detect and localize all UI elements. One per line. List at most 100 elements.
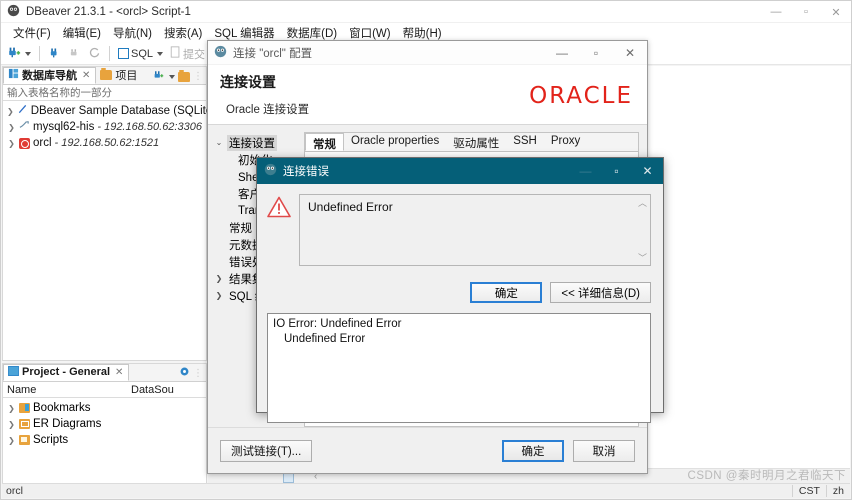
error-message-box: Undefined Error ︿ ﹀: [299, 194, 651, 266]
navigator-filter-input[interactable]: 输入表格名称的一部分: [3, 85, 206, 101]
disconnect-button[interactable]: [66, 45, 83, 63]
project-icon: [100, 68, 113, 80]
plug-icon: [48, 46, 61, 62]
minimize-button[interactable]: —: [761, 1, 791, 23]
close-button[interactable]: ✕: [632, 158, 663, 184]
project-tab-strip: Project - General ✕ ⋮: [3, 364, 206, 382]
close-icon[interactable]: ✕: [115, 367, 123, 378]
error-detail-line-1: IO Error: Undefined Error: [273, 318, 402, 330]
statusbar-right: CST zh: [791, 485, 850, 497]
column-header-name[interactable]: Name: [3, 384, 131, 396]
menu-edit[interactable]: 编辑(E): [57, 23, 107, 43]
error-ok-button[interactable]: 确定: [470, 282, 543, 303]
chevron-right-icon[interactable]: ❯: [7, 107, 14, 116]
chevron-right-icon[interactable]: ❯: [7, 404, 16, 413]
settings-tree-item-connection-settings[interactable]: ⌄ 连接设置: [214, 134, 300, 151]
maximize-button[interactable]: ▫: [601, 158, 632, 184]
tab-proxy[interactable]: Proxy: [544, 133, 587, 151]
scroll-down-icon[interactable]: ﹀: [638, 251, 647, 264]
tab-oracle-properties[interactable]: Oracle properties: [344, 133, 446, 151]
new-connection-button[interactable]: [5, 44, 33, 63]
chevron-down-icon[interactable]: [25, 51, 31, 56]
chevron-right-icon[interactable]: ❯: [7, 436, 16, 445]
tab-label: 数据库导航: [22, 70, 77, 82]
maximize-button[interactable]: ▫: [791, 1, 821, 23]
main-window-title: DBeaver 21.3.1 - <orcl> Script-1: [26, 5, 191, 18]
main-titlebar: DBeaver 21.3.1 - <orcl> Script-1 — ▫ ✕: [1, 1, 851, 23]
settings-tree-item-label: 常规: [229, 222, 252, 235]
tab-ssh[interactable]: SSH: [506, 133, 544, 151]
new-connection-icon[interactable]: [152, 69, 164, 84]
error-dialog-buttons: 确定 << 详细信息(D): [257, 280, 663, 303]
tab-label: 项目: [115, 70, 138, 82]
plug-plus-icon: [7, 45, 21, 62]
cancel-button[interactable]: 取消: [573, 439, 635, 462]
statusbar-locale: zh: [825, 485, 850, 497]
error-details-button[interactable]: << 详细信息(D): [550, 282, 651, 303]
project-panel: Project - General ✕ ⋮ Name DataSou ❯ Boo…: [2, 363, 207, 491]
tab-project[interactable]: 项目: [96, 67, 142, 84]
screen-root: DBeaver 21.3.1 - <orcl> Script-1 — ▫ ✕ 文…: [0, 0, 852, 500]
minimize-button[interactable]: —: [545, 41, 579, 65]
close-button[interactable]: ✕: [821, 1, 851, 23]
tab-general[interactable]: 常规: [305, 133, 344, 151]
project-panel-toolbar: ⋮: [179, 366, 203, 380]
main-window-controls: — ▫ ✕: [761, 1, 851, 23]
project-item-label: ER Diagrams: [33, 418, 102, 430]
plug-disconnect-icon: [68, 46, 81, 62]
error-dialog-body: Undefined Error ︿ ﹀: [257, 184, 663, 280]
connection-error-dialog: 连接错误 — ▫ ✕ Undefined Error ︿ ﹀ 确定 << 详细信…: [256, 157, 664, 423]
error-dialog-titlebar: 连接错误 — ▫ ✕: [257, 158, 663, 184]
tree-item-mysql62-his[interactable]: ❯ mysql62-his - 192.168.50.62:3306: [3, 119, 206, 135]
commit-button[interactable]: 提交: [168, 45, 207, 63]
project-item-bookmarks[interactable]: ❯ Bookmarks: [3, 400, 206, 416]
ok-button[interactable]: 确定: [502, 439, 564, 462]
project-item-er-diagrams[interactable]: ❯ ER Diagrams: [3, 416, 206, 432]
tab-project-general[interactable]: Project - General ✕: [3, 364, 130, 381]
chevron-down-icon[interactable]: ⌄: [214, 138, 224, 147]
error-message-scrollbar[interactable]: ︿ ﹀: [636, 196, 649, 264]
new-folder-icon[interactable]: [178, 69, 190, 82]
chevron-down-icon[interactable]: [169, 74, 175, 79]
error-details-panel[interactable]: IO Error: Undefined Error Undefined Erro…: [267, 313, 651, 423]
menu-file[interactable]: 文件(F): [7, 23, 57, 43]
sql-editor-button[interactable]: SQL: [116, 47, 165, 61]
tree-item-sqlite[interactable]: ❯ DBeaver Sample Database (SQLite): [3, 103, 216, 119]
chevron-right-icon[interactable]: ❯: [7, 139, 16, 148]
refresh-icon: [88, 46, 101, 62]
tree-item-orcl[interactable]: ❯ orcl - 192.168.50.62:1521: [3, 135, 206, 151]
panel-menu-icon[interactable]: ⋮: [193, 368, 203, 379]
menu-navigate[interactable]: 导航(N): [107, 23, 158, 43]
connect-button[interactable]: [46, 45, 63, 63]
dbeaver-icon: [214, 45, 227, 61]
tree-item-label: DBeaver Sample Database (SQLite): [30, 105, 217, 117]
column-header-datasource[interactable]: DataSou: [131, 384, 206, 396]
chevron-down-icon[interactable]: [157, 51, 164, 56]
error-detail-line-2: Undefined Error: [284, 333, 366, 345]
database-navigator-panel: 数据库导航 ✕ 项目 ⋮ 输入表格名称的一部分 ❯ DBeaver Sample…: [2, 66, 216, 361]
chevron-right-icon[interactable]: ❯: [214, 291, 224, 300]
connection-dialog-action-buttons: 确定 取消: [502, 439, 635, 462]
maximize-button[interactable]: ▫: [579, 41, 613, 65]
test-connection-button[interactable]: 测试链接(T)...: [220, 439, 313, 462]
close-icon[interactable]: ✕: [82, 70, 90, 81]
project-window-icon: [8, 365, 19, 379]
close-button[interactable]: ✕: [613, 41, 647, 65]
tree-item-host: - 192.168.50.62:1521: [54, 137, 160, 149]
menu-search[interactable]: 搜索(A): [158, 23, 208, 43]
bookmarks-folder-icon: [19, 403, 30, 413]
tab-database-navigator[interactable]: 数据库导航 ✕: [3, 67, 97, 84]
refresh-button[interactable]: [86, 45, 103, 63]
navigator-tab-strip: 数据库导航 ✕ 项目 ⋮: [3, 67, 206, 85]
tab-driver-properties[interactable]: 驱动属性: [446, 133, 506, 151]
project-item-scripts[interactable]: ❯ Scripts: [3, 432, 206, 448]
mysql-icon: [19, 120, 30, 134]
chevron-right-icon[interactable]: ❯: [7, 123, 16, 132]
chevron-right-icon[interactable]: ❯: [214, 274, 224, 283]
gear-icon[interactable]: [179, 366, 190, 380]
filter-placeholder: 输入表格名称的一部分: [7, 87, 112, 99]
chevron-right-icon[interactable]: ❯: [7, 420, 16, 429]
panel-menu-icon[interactable]: ⋮: [193, 71, 203, 82]
navigator-toolbar: ⋮: [152, 69, 203, 84]
scroll-up-icon[interactable]: ︿: [638, 196, 647, 209]
